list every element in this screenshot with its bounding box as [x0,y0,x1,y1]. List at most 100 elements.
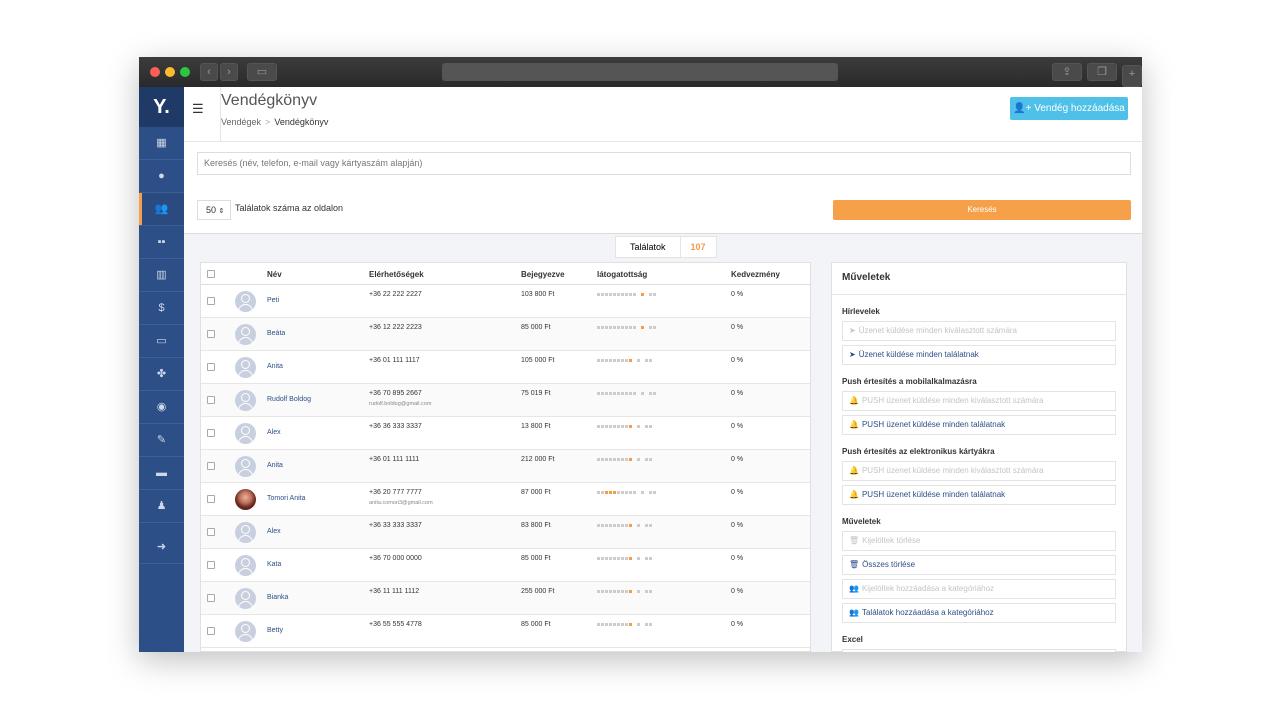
operation-button[interactable]: ➤ Üzenet küldése minden találatnak [842,345,1116,365]
sidebar-item-users[interactable]: 👥 [139,193,184,226]
sidebar-item-logout[interactable]: ➜ [139,531,184,564]
row-checkbox[interactable] [207,495,215,503]
guest-amount: 13 800 Ft [521,423,551,430]
table-row[interactable]: Anita +36 01 111 1111 212 000 Ft 0 % [201,450,810,483]
sidebar-item-chart[interactable]: ▥ [139,259,184,292]
table-row[interactable]: Tomori Anita +36 20 777 7777 anita.comori3… [201,483,810,516]
operation-button[interactable]: ▣Találatok letöltése Excel formátumba [842,649,1116,652]
row-checkbox[interactable] [207,429,215,437]
col-visits[interactable]: látogatottság [597,270,647,279]
breadcrumb-link-vendegek[interactable]: Vendégek [221,117,261,127]
table-header: Név Elérhetőségek Bejegyezve látogatotts… [201,263,810,285]
sidebar-item-cubes[interactable]: ✤ [139,358,184,391]
operation-button[interactable]: 🗑 Kijelöltek törlése [842,531,1116,551]
per-page-select[interactable]: 50 ⇕ [197,200,231,220]
operation-button[interactable]: ➤ Üzenet küldése minden kiválasztott szám… [842,321,1116,341]
sidebar-toggle-icon[interactable]: ▭ [247,63,277,81]
sidebar-item-wrench[interactable]: ✎ [139,424,184,457]
row-checkbox[interactable] [207,396,215,404]
guest-name[interactable]: Betty [267,627,283,634]
guest-phone: +36 12 222 2223 [369,324,422,331]
guest-name[interactable]: Alex [267,528,281,535]
table-row[interactable]: Beáta +36 12 222 2223 85 000 Ft 0 % [201,318,810,351]
guest-name[interactable]: Tomori Anita [267,495,306,502]
visit-bars [597,425,653,428]
row-checkbox[interactable] [207,594,215,602]
guest-name[interactable]: Anita [267,462,283,469]
sidebar-item-id-card[interactable]: ▭ [139,325,184,358]
select-arrows-icon: ⇕ [218,208,225,215]
sidebar-item-person[interactable]: ♟ [139,490,184,523]
sidebar-item-dollar[interactable]: $ [139,292,184,325]
operation-button[interactable]: 🔔 PUSH üzenet küldése minden találatnak [842,415,1116,435]
guest-name[interactable]: Kata [267,561,281,568]
users-icon: 👥 [849,584,859,593]
add-guest-button[interactable]: 👤+ Vendég hozzáadása [1010,97,1128,120]
operation-button[interactable]: 🔔 PUSH üzenet küldése minden kiválasztott… [842,461,1116,481]
avatar [235,555,256,576]
new-tab-icon[interactable]: + [1122,65,1142,87]
col-name[interactable]: Név [267,270,282,279]
row-checkbox[interactable] [207,627,215,635]
row-checkbox[interactable] [207,528,215,536]
select-all-checkbox[interactable] [207,270,215,278]
col-discount[interactable]: Kedvezmény [731,270,780,279]
sidebar-item-card[interactable]: ▬ [139,457,184,490]
bell-icon: 🔔 [849,490,859,499]
row-checkbox[interactable] [207,330,215,338]
guest-discount: 0 % [731,522,744,529]
table-row[interactable]: Betty +36 55 555 4778 85 000 Ft 0 % [201,615,810,648]
table-row[interactable]: Kata +36 70 000 0000 85 000 Ft 0 % [201,549,810,582]
col-registered[interactable]: Bejegyezve [521,270,565,279]
guest-name[interactable]: Rudolf Boldog [267,396,311,403]
operation-button[interactable]: 🗑 Összes törlése [842,555,1116,575]
page-title: Vendégkönyv [221,92,318,109]
operation-button[interactable]: 🔔 PUSH üzenet küldése minden kiválasztott… [842,391,1116,411]
trash-icon: 🗑 [849,560,860,569]
guest-phone: +36 36 333 3337 [369,423,422,430]
tabs-icon[interactable]: ❐ [1087,63,1117,81]
col-contacts[interactable]: Elérhetőségek [369,270,424,279]
menu-icon[interactable]: ☰ [192,101,204,117]
results-label: Találatok [630,242,666,252]
guest-name[interactable]: Anita [267,363,283,370]
logo[interactable]: Y. [139,87,184,127]
search-input[interactable]: Keresés (név, telefon, e-mail vagy kárty… [197,152,1131,175]
breadcrumb: Vendégek > Vendégkönyv [221,117,328,127]
guest-table: Név Elérhetőségek Bejegyezve látogatotts… [200,262,811,652]
operation-button[interactable]: 👥 Kijelöltek hozzáadása a kategóriához [842,579,1116,599]
back-icon[interactable]: ‹ [200,63,218,81]
sidebar-item-user[interactable]: ● [139,160,184,193]
guest-name[interactable]: Alex [267,429,281,436]
search-button[interactable]: Keresés [833,200,1131,220]
address-bar[interactable] [442,63,838,81]
table-row[interactable]: Alex +36 36 333 3337 13 800 Ft 0 % [201,417,810,450]
row-checkbox[interactable] [207,462,215,470]
share-icon[interactable]: ⇪ [1052,63,1082,81]
avatar [235,291,256,312]
table-row[interactable]: Rudolf Boldog +36 70 895 2667 rudolf.boldo… [201,384,810,417]
guest-discount: 0 % [731,588,744,595]
close-window-icon[interactable] [150,67,160,77]
sidebar-item-grid[interactable]: ▪▪ [139,226,184,259]
table-row[interactable]: Bianka +36 11 111 1112 255 000 Ft 0 % [201,582,810,615]
row-checkbox[interactable] [207,561,215,569]
bell-icon: 🔔 [849,466,859,475]
guest-name[interactable]: Bianka [267,594,288,601]
guest-name[interactable]: Peti [267,297,279,304]
sidebar-item-table[interactable]: ▦ [139,127,184,160]
card-icon: ▬ [156,467,167,479]
row-checkbox[interactable] [207,363,215,371]
table-row[interactable]: Alex +36 33 333 3337 83 800 Ft 0 % [201,516,810,549]
table-row[interactable]: Peti +36 22 222 2227 103 800 Ft 0 % [201,285,810,318]
operation-button[interactable]: 🔔 PUSH üzenet küldése minden találatnak [842,485,1116,505]
row-checkbox[interactable] [207,297,215,305]
guest-amount: 85 000 Ft [521,324,551,331]
guest-name[interactable]: Beáta [267,330,285,337]
sidebar-item-globe[interactable]: ◉ [139,391,184,424]
minimize-window-icon[interactable] [165,67,175,77]
table-row[interactable]: Anita +36 01 111 1117 105 000 Ft 0 % [201,351,810,384]
operation-button[interactable]: 👥 Találatok hozzáadása a kategóriához [842,603,1116,623]
maximize-window-icon[interactable] [180,67,190,77]
forward-icon[interactable]: › [220,63,238,81]
